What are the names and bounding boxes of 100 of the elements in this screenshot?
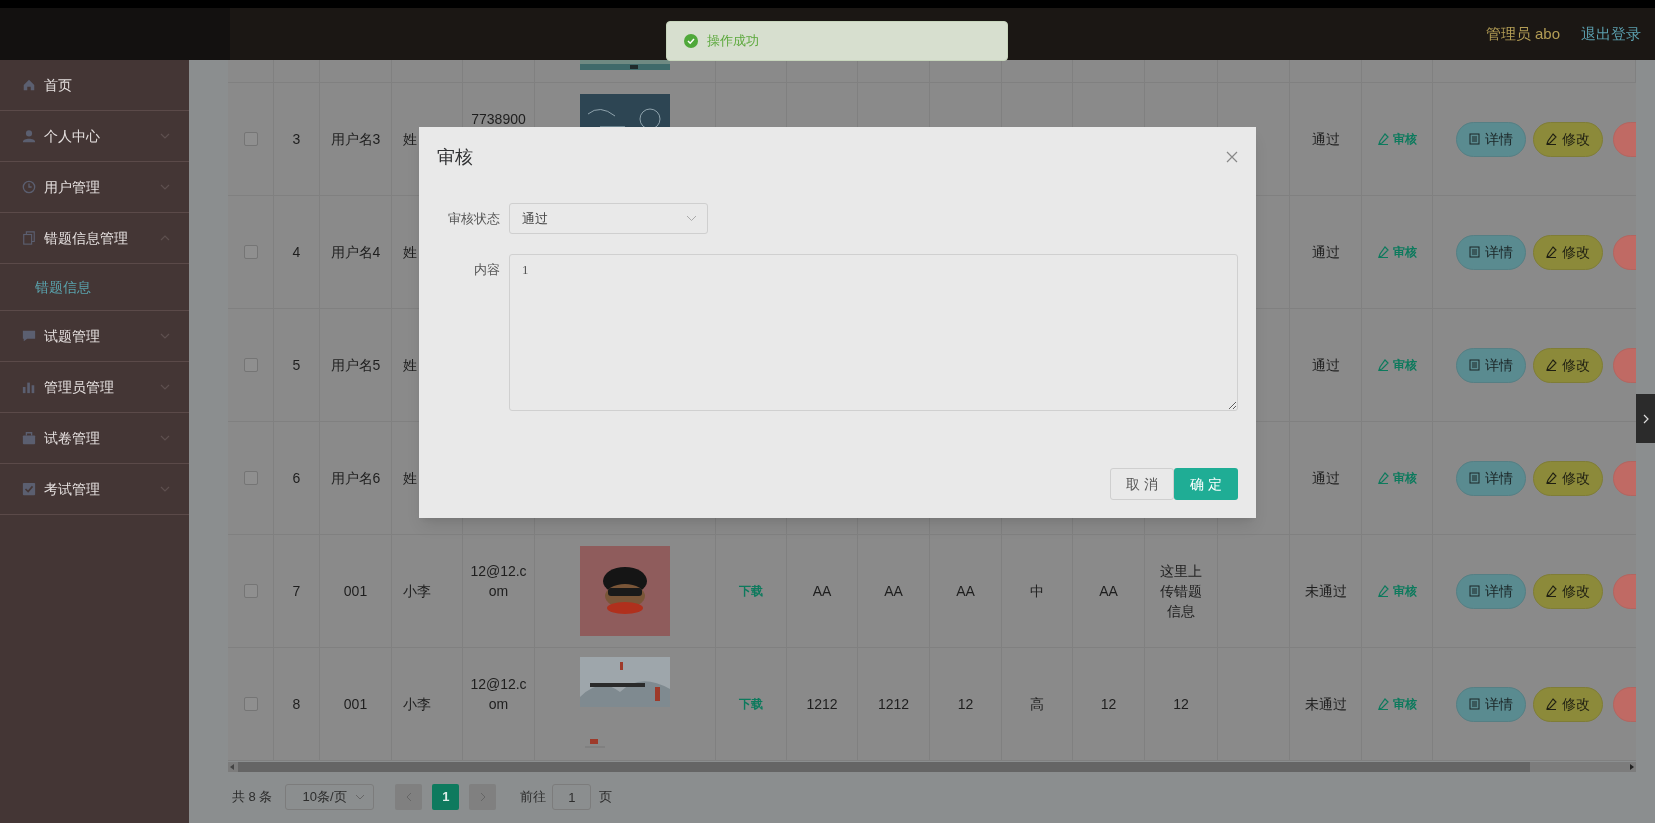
edit-button[interactable]: 修改 (1533, 347, 1603, 383)
table-cell-text: 姓 (403, 355, 417, 375)
checkbox[interactable] (243, 584, 258, 598)
table-cell-text: 姓 (403, 129, 417, 149)
chevron-right-icon (1642, 413, 1649, 424)
table-cell: 高 (1002, 648, 1073, 760)
pencil-icon (1377, 133, 1389, 145)
page-size-select[interactable]: 10条/页 (285, 784, 375, 810)
content-field[interactable]: 1 (509, 254, 1238, 411)
checkbox[interactable] (243, 245, 258, 259)
user-icon (22, 129, 36, 143)
status-select[interactable]: 通过 (509, 203, 708, 234)
table-cell: 中 (1002, 535, 1073, 647)
document-icon (1469, 585, 1480, 597)
dialog-title: 审核 (437, 145, 473, 169)
toast-message: 操作成功 (707, 32, 759, 51)
table-cell: 通过 (1290, 422, 1362, 534)
field-label: 内容 (473, 261, 500, 279)
goto-suffix: 页 (599, 788, 613, 807)
sidebar-item[interactable]: 错题信息管理 (0, 213, 189, 264)
table-cell: 未通过 (1290, 535, 1362, 647)
table-cell: 001 (320, 535, 392, 647)
sidebar-item[interactable]: 试卷管理 (0, 413, 189, 464)
table-cell: 这里上传错题信息 (1145, 535, 1218, 647)
detail-button[interactable]: 详情 (1456, 460, 1526, 496)
detail-button[interactable]: 详情 (1456, 234, 1526, 270)
table-cell: 用户名5 (320, 309, 392, 421)
document-icon (1469, 472, 1480, 484)
page-input[interactable]: 1 (552, 784, 592, 810)
table-cell: 3 (274, 83, 320, 195)
side-panel-handle[interactable] (1636, 394, 1655, 443)
table-cell-text: 12@12.com (470, 675, 527, 714)
detail-button[interactable]: 详情 (1456, 121, 1526, 157)
sidebar-item[interactable]: 用户管理 (0, 162, 189, 213)
table-cell: 用户名3 (320, 83, 392, 195)
edit-button[interactable]: 修改 (1533, 460, 1603, 496)
table-cell-text: 12@12.com (470, 562, 527, 601)
detail-button[interactable]: 详情 (1456, 347, 1526, 383)
table-cell: 用户名6 (320, 422, 392, 534)
table-cell: 未通过 (1290, 648, 1362, 760)
table-cell: 4 (274, 196, 320, 308)
user-label: 管理员 abo (1485, 23, 1560, 44)
sidebar-item[interactable]: 首页 (0, 60, 189, 111)
checkbox[interactable] (243, 358, 258, 372)
edit-button[interactable]: 修改 (1533, 121, 1603, 157)
logout-link[interactable]: 退出登录 (1581, 22, 1641, 46)
field-label: 审核状态 (447, 209, 500, 228)
document-icon (1469, 133, 1480, 145)
pencil-icon (1377, 472, 1389, 484)
confirm-button[interactable]: 确定 (1174, 468, 1238, 500)
checkbox[interactable] (243, 471, 258, 485)
check-circle-icon (684, 34, 698, 48)
goto-label: 前往 (520, 788, 547, 807)
home-icon (22, 78, 36, 92)
table-cell: 8 (274, 648, 320, 760)
checkbox[interactable] (243, 132, 258, 146)
close-icon[interactable] (1226, 151, 1238, 163)
table-cell-text: 小李 (403, 581, 431, 601)
chevron-right-icon (479, 792, 486, 802)
pencil-icon (1546, 585, 1557, 597)
previous-page-button[interactable] (395, 784, 423, 810)
sidebar-item[interactable]: 考试管理 (0, 464, 189, 515)
sidebar-subitem[interactable]: 错题信息 (0, 264, 189, 311)
chevron-down-icon (355, 794, 366, 800)
chat-icon (22, 329, 36, 343)
next-page-button[interactable] (469, 784, 497, 810)
table-cell: AA (858, 535, 930, 647)
document-icon (1469, 359, 1480, 371)
table-cell: AA (1073, 535, 1145, 647)
scroll-right-icon (1628, 763, 1636, 771)
checkbox[interactable] (243, 697, 258, 711)
chevron-down-icon (686, 215, 697, 222)
detail-button[interactable]: 详情 (1456, 686, 1526, 722)
checkbox-icon (22, 482, 36, 496)
sidebar-item[interactable]: 试题管理 (0, 311, 189, 362)
edit-button[interactable]: 修改 (1533, 686, 1603, 722)
detail-button[interactable]: 详情 (1456, 573, 1526, 609)
sidebar-item[interactable]: 管理员管理 (0, 362, 189, 413)
table-cell: 通过 (1290, 309, 1362, 421)
table-cell: 通过 (1290, 196, 1362, 308)
pencil-icon (1377, 246, 1389, 258)
page-button[interactable]: 1 (432, 784, 460, 810)
total-count: 共 8 条 (232, 788, 273, 807)
table-cell-text: 小李 (403, 694, 431, 714)
pencil-icon (1546, 133, 1557, 145)
table-cell-text: 7738900 (470, 110, 527, 129)
edit-button[interactable]: 修改 (1533, 234, 1603, 270)
pencil-icon (1546, 698, 1557, 710)
briefcase-icon (22, 431, 36, 445)
pencil-icon (1377, 698, 1389, 710)
pencil-icon (1546, 472, 1557, 484)
table-cell: 1212 (787, 648, 858, 760)
table-cell: 7 (274, 535, 320, 647)
table-cell: 通过 (1290, 83, 1362, 195)
scroll-left-icon (228, 763, 236, 771)
table-cell-text: 姓 (403, 242, 417, 262)
edit-button[interactable]: 修改 (1533, 573, 1603, 609)
document-icon (1469, 698, 1480, 710)
pencil-icon (1546, 246, 1557, 258)
sidebar-item[interactable]: 个人中心 (0, 111, 189, 162)
